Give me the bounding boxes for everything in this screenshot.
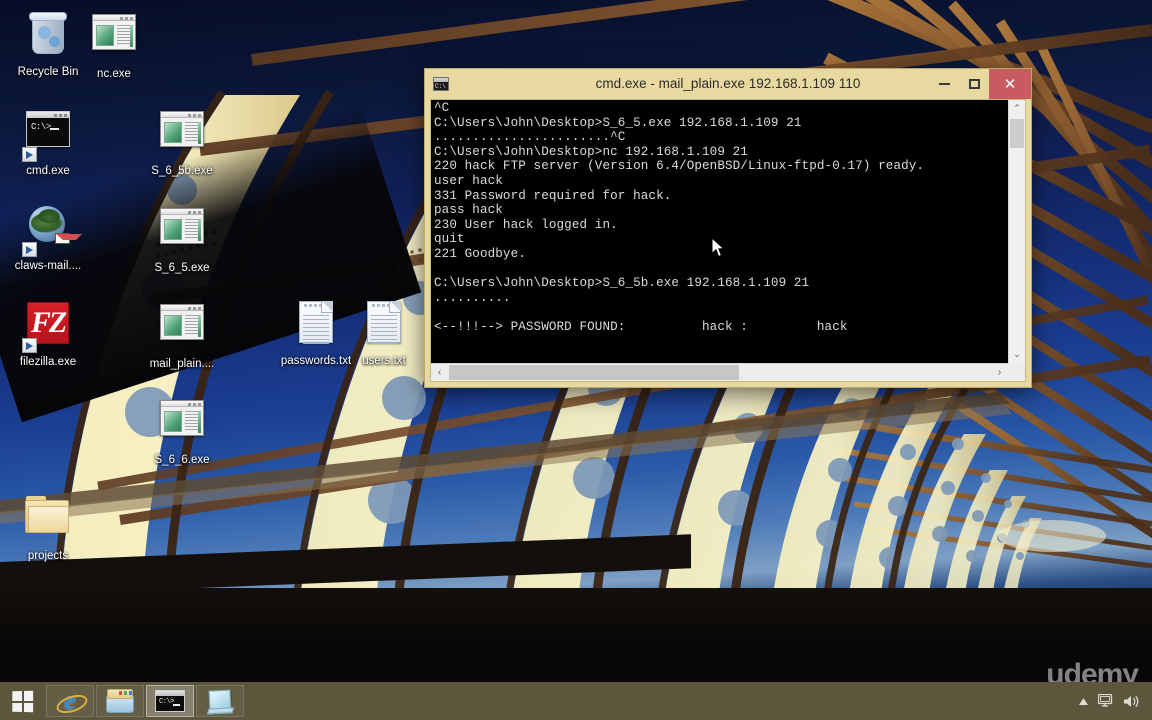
text-file-icon [367, 301, 401, 344]
network-icon[interactable] [1098, 694, 1114, 708]
taskbar-cmd[interactable]: C:\> [146, 685, 194, 717]
terminal-output[interactable]: ^C C:\Users\John\Desktop>S_6_5.exe 192.1… [431, 100, 1008, 363]
taskbar-file-explorer[interactable] [96, 685, 144, 717]
cmd-window-icon [433, 77, 449, 91]
desktop-icon-label: projects [27, 550, 69, 562]
icon-artwork [24, 12, 72, 60]
executable-file-icon [92, 14, 136, 50]
executable-file-icon [160, 304, 204, 340]
vertical-scrollbar-thumb[interactable] [1010, 119, 1024, 148]
icon-artwork [158, 111, 206, 159]
notepad-icon [206, 688, 235, 715]
maximize-icon [968, 79, 980, 89]
desktop-icon-label: cmd.exe [26, 165, 70, 177]
taskbar-notepad[interactable] [196, 685, 244, 717]
chevron-down-icon: ⌄ [1013, 349, 1021, 359]
icon-artwork [22, 206, 82, 257]
vertical-scrollbar[interactable]: ⌃ ⌄ [1008, 100, 1025, 363]
volume-icon[interactable] [1123, 694, 1140, 709]
file-explorer-icon [106, 689, 134, 713]
executable-file-icon [160, 208, 204, 244]
desktop-icon-s-6-5b-exe[interactable]: S_6_5b.exe [134, 105, 230, 178]
chevron-left-icon: ‹ [437, 367, 442, 378]
chevron-right-icon: › [997, 367, 1002, 378]
recycle-bin-icon [28, 12, 68, 54]
taskbar-buttons: C:\> [44, 685, 244, 717]
system-tray[interactable] [1078, 682, 1152, 720]
taskbar[interactable]: C:\> [0, 682, 1152, 720]
desktop-icon-s-6-6-exe[interactable]: S_6_6.exe [134, 394, 230, 467]
scrollbar-corner [1008, 363, 1025, 381]
internet-explorer-icon [57, 688, 83, 714]
scroll-left-button[interactable]: ‹ [431, 364, 448, 381]
desktop-icon-projects[interactable]: projects [0, 490, 96, 563]
desktop-icon-label: S_6_5b.exe [151, 165, 213, 177]
window-client-area: ^C C:\Users\John\Desktop>S_6_5.exe 192.1… [430, 99, 1026, 382]
icon-artwork [158, 400, 206, 448]
cmd-window[interactable]: cmd.exe - mail_plain.exe 192.168.1.109 1… [424, 68, 1032, 388]
icon-artwork: C:\> [22, 111, 72, 162]
desktop-icon-label: filezilla.exe [19, 356, 77, 368]
horizontal-scrollbar-thumb[interactable] [449, 365, 739, 380]
desktop-icon-mail-plain[interactable]: mail_plain.... [134, 298, 230, 371]
start-button[interactable] [0, 682, 44, 720]
chevron-up-icon: ⌃ [1013, 103, 1021, 113]
shortcut-arrow-icon [22, 147, 37, 162]
scroll-down-button[interactable]: ⌄ [1009, 346, 1025, 363]
window-titlebar[interactable]: cmd.exe - mail_plain.exe 192.168.1.109 1… [425, 69, 1031, 99]
desktop-icon-claws-mail[interactable]: claws-mail.... [0, 202, 96, 273]
scroll-right-button[interactable]: › [991, 364, 1008, 381]
scroll-up-button[interactable]: ⌃ [1009, 100, 1025, 117]
desktop-icon-cmd-exe[interactable]: C:\> cmd.exe [0, 105, 96, 178]
desktop-icon-nc-exe[interactable]: nc.exe [66, 8, 162, 81]
taskbar-internet-explorer[interactable] [46, 685, 94, 717]
desktop-icon-filezilla-exe[interactable]: FZ filezilla.exe [0, 298, 96, 369]
desktop[interactable]: Recycle Bin nc.exe C:\> cmd.exe S_6_5b.exe cl… [0, 0, 1152, 720]
maximize-button[interactable] [959, 69, 989, 99]
icon-artwork [90, 14, 138, 62]
horizontal-scrollbar[interactable]: ‹ › [431, 363, 1008, 381]
close-icon: ✕ [1003, 75, 1017, 93]
minimize-button[interactable] [929, 69, 959, 99]
folder-icon [25, 496, 71, 534]
show-hidden-icons-arrow-icon[interactable] [1078, 697, 1089, 706]
window-controls: ✕ [929, 69, 1031, 99]
icon-artwork [158, 208, 206, 256]
close-button[interactable]: ✕ [989, 69, 1031, 99]
command-prompt-icon: C:\> [26, 111, 70, 147]
minimize-icon [938, 83, 950, 85]
desktop-icon-label: S_6_6.exe [154, 454, 210, 466]
desktop-icon-label: users.txt [362, 355, 406, 367]
shortcut-arrow-icon [22, 338, 37, 353]
windows-logo-icon [11, 690, 33, 712]
desktop-icon-users-txt[interactable]: users.txt [336, 298, 432, 368]
desktop-icon-label: mail_plain.... [149, 358, 215, 370]
desktop-icon-s-6-5-exe[interactable]: S_6_5.exe [134, 202, 230, 275]
executable-file-icon [160, 111, 204, 147]
icon-artwork [360, 301, 408, 349]
command-prompt-icon: C:\> [155, 690, 185, 712]
executable-file-icon [160, 400, 204, 436]
desktop-icon-label: claws-mail.... [14, 260, 82, 272]
desktop-icon-label: nc.exe [97, 68, 131, 80]
desktop-icon-label: S_6_5.exe [154, 262, 210, 274]
icon-artwork: FZ [22, 302, 72, 353]
text-file-icon [299, 301, 333, 344]
claws-mail-icon [26, 206, 82, 246]
icon-artwork [24, 496, 72, 544]
shortcut-arrow-icon [22, 242, 37, 257]
icon-artwork [158, 304, 206, 352]
icon-artwork [292, 301, 340, 349]
